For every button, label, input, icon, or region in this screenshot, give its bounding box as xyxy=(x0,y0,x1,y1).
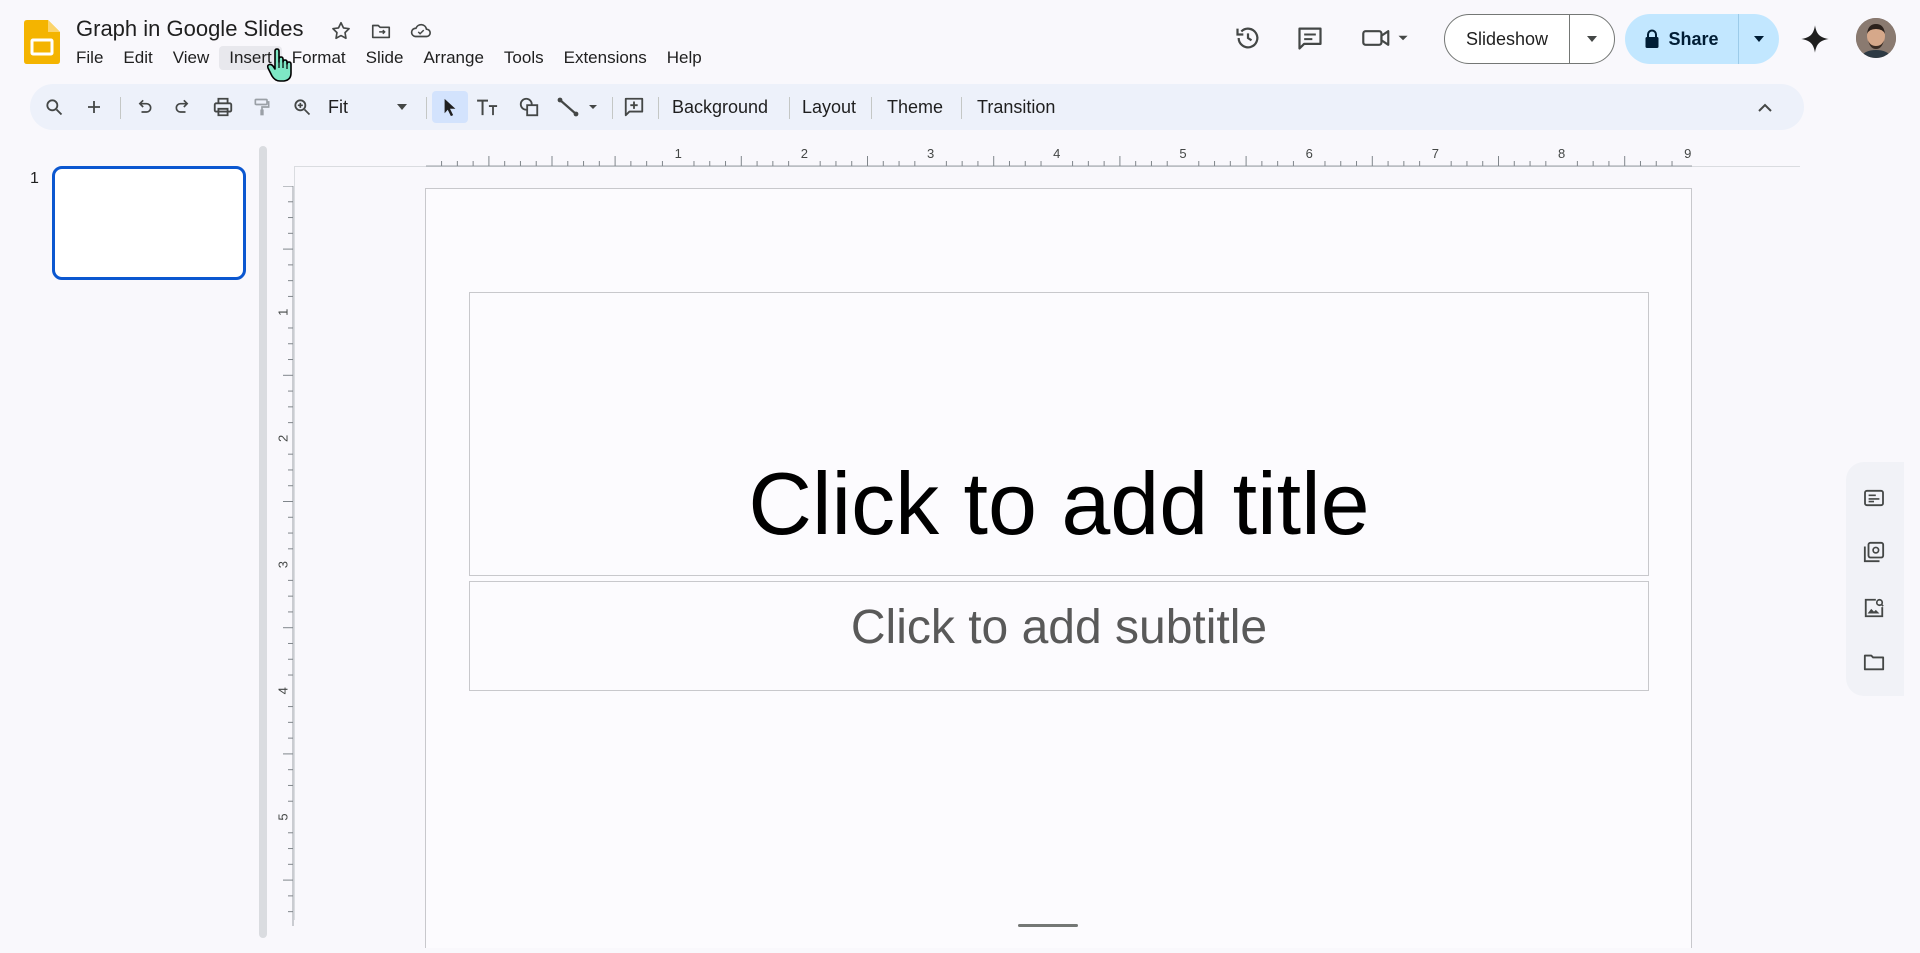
collapse-toolbar-chevron-icon[interactable] xyxy=(1749,91,1781,123)
meet-camera-icon[interactable] xyxy=(1360,22,1412,54)
gemini-sparkle-icon[interactable] xyxy=(1800,24,1830,54)
folder-icon[interactable] xyxy=(1856,644,1892,680)
ruler-v-label: 1 xyxy=(275,309,290,316)
ruler-h-label: 8 xyxy=(1558,146,1565,161)
share-dropdown-icon[interactable] xyxy=(1739,14,1779,64)
slideshow-button[interactable]: Slideshow xyxy=(1445,15,1570,63)
new-slide-plus-icon[interactable] xyxy=(78,91,110,123)
slideshow-dropdown-icon[interactable] xyxy=(1570,15,1614,63)
title-placeholder[interactable]: Click to add title xyxy=(469,292,1649,576)
keep-notes-icon[interactable] xyxy=(1856,480,1892,516)
menu-file[interactable]: File xyxy=(66,46,113,70)
vertical-ruler: 1 2 3 4 5 xyxy=(275,186,294,926)
hand-cursor-icon xyxy=(266,48,294,84)
redo-icon[interactable] xyxy=(167,91,199,123)
ruler-h-label: 5 xyxy=(1179,146,1186,161)
background-button[interactable]: Background xyxy=(666,91,774,123)
media-library-icon[interactable] xyxy=(1856,534,1892,570)
ruler-v-label: 2 xyxy=(275,435,290,442)
cloud-saved-icon[interactable] xyxy=(408,18,434,44)
ruler-h-label: 3 xyxy=(927,146,934,161)
move-folder-icon[interactable] xyxy=(368,18,394,44)
menu-slide[interactable]: Slide xyxy=(356,46,414,70)
image-search-icon[interactable] xyxy=(1856,590,1892,626)
lock-icon xyxy=(1644,29,1660,49)
ruler-h-label: 9 xyxy=(1684,146,1691,161)
filmstrip-scrollbar[interactable] xyxy=(259,146,267,938)
version-history-icon[interactable] xyxy=(1232,22,1264,54)
subtitle-placeholder[interactable]: Click to add subtitle xyxy=(469,581,1649,691)
ruler-h-label: 1 xyxy=(675,146,682,161)
zoom-icon[interactable] xyxy=(286,91,318,123)
speaker-notes-drag-handle[interactable] xyxy=(1018,924,1078,927)
ruler-v-label: 5 xyxy=(275,813,290,820)
star-icon[interactable] xyxy=(328,18,354,44)
share-label: Share xyxy=(1668,28,1719,49)
slide-thumbnail[interactable] xyxy=(52,166,246,280)
menu-arrange[interactable]: Arrange xyxy=(413,46,493,70)
ruler-h-label: 4 xyxy=(1053,146,1060,161)
zoom-select[interactable]: Fit xyxy=(322,91,414,123)
ruler-h-label: 2 xyxy=(801,146,808,161)
ruler-h-label: 6 xyxy=(1306,146,1313,161)
zoom-value: Fit xyxy=(328,96,348,117)
ruler-v-label: 4 xyxy=(275,687,290,694)
select-cursor-icon[interactable] xyxy=(432,91,468,123)
ruler-v-label: 3 xyxy=(275,561,290,568)
menu-edit[interactable]: Edit xyxy=(113,46,162,70)
print-icon[interactable] xyxy=(207,91,239,123)
share-button[interactable]: Share xyxy=(1625,14,1739,64)
slideshow-button-group: Slideshow xyxy=(1444,14,1615,64)
layout-button[interactable]: Layout xyxy=(796,91,862,123)
slides-logo-icon[interactable] xyxy=(24,20,60,64)
shape-icon[interactable] xyxy=(513,91,545,123)
search-menus-icon[interactable] xyxy=(38,91,70,123)
share-button-group: Share xyxy=(1625,14,1779,64)
user-avatar[interactable] xyxy=(1856,18,1896,58)
comments-icon[interactable] xyxy=(1294,22,1326,54)
slide-number: 1 xyxy=(30,170,39,187)
theme-button[interactable]: Theme xyxy=(881,91,949,123)
line-icon[interactable] xyxy=(552,91,604,123)
text-box-icon[interactable] xyxy=(472,91,504,123)
paint-format-icon[interactable] xyxy=(246,91,278,123)
add-comment-icon[interactable] xyxy=(618,91,650,123)
undo-icon[interactable] xyxy=(128,91,160,123)
document-title[interactable]: Graph in Google Slides xyxy=(76,16,303,42)
horizontal-ruler: 1 2 3 4 5 6 7 8 9 xyxy=(426,146,1692,167)
menu-bar: File Edit View Insert Format Slide Arran… xyxy=(66,46,712,70)
transition-button[interactable]: Transition xyxy=(971,91,1061,123)
menu-view[interactable]: View xyxy=(163,46,220,70)
zoom-dropdown-icon xyxy=(396,103,408,111)
ruler-h-label: 7 xyxy=(1432,146,1439,161)
menu-help[interactable]: Help xyxy=(657,46,712,70)
menu-extensions[interactable]: Extensions xyxy=(554,46,657,70)
menu-tools[interactable]: Tools xyxy=(494,46,554,70)
